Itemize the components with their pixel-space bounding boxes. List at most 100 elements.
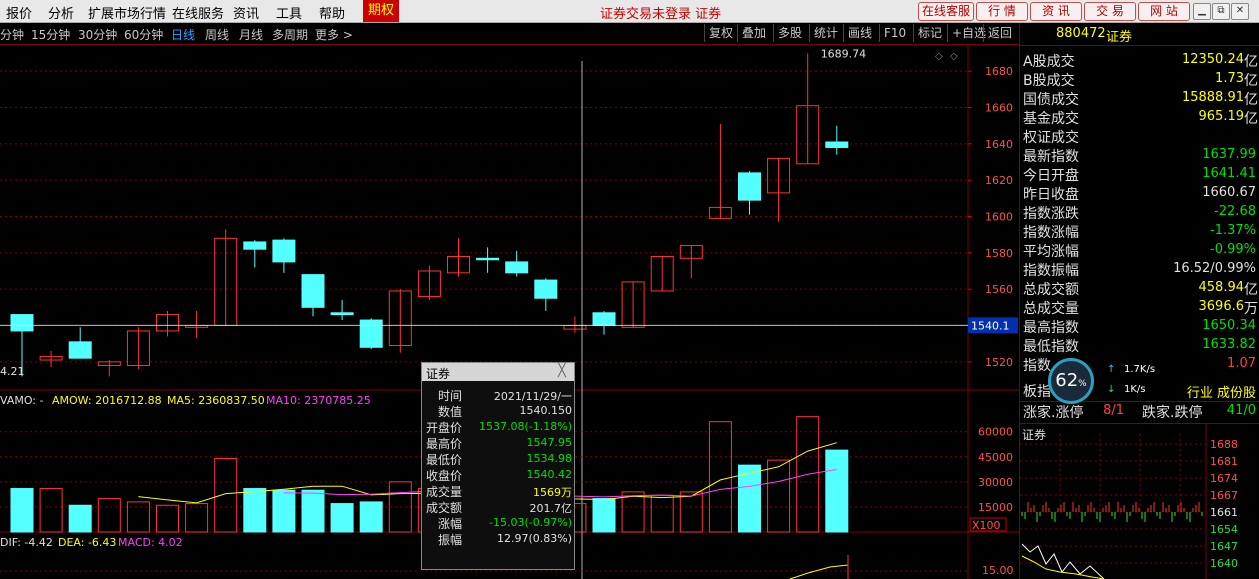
- stat-row: B股成交 1.73 亿: [1020, 70, 1259, 89]
- volume-bar-down: [825, 449, 849, 533]
- menu-item-online-service[interactable]: 在线服务: [172, 3, 224, 22]
- tooltip-value: 1547.95: [526, 436, 573, 449]
- minimize-icon[interactable]: ▁: [1193, 3, 1211, 20]
- mini-tick-label: 1640: [1210, 557, 1238, 570]
- stat-label: 指数振幅: [1023, 263, 1079, 279]
- adjust-button[interactable]: 复权: [704, 24, 737, 42]
- vol-legend-ma5: MA5: 2360837.50: [167, 394, 265, 407]
- candle-down: [505, 261, 529, 274]
- stat-value: 965.19: [1198, 109, 1245, 124]
- macd-tick-label: 15.00: [982, 564, 1014, 577]
- low-price-label: 4.21: [0, 365, 25, 378]
- period-daily[interactable]: 日线: [171, 26, 195, 43]
- stat-unit: 亿: [1244, 54, 1258, 70]
- advance-decline-row: 涨家.涨停 8/1 跌家.跌停 41/0: [1020, 401, 1259, 421]
- period-15min[interactable]: 15分钟: [31, 26, 70, 43]
- stat-unit: 亿: [1244, 92, 1258, 108]
- volume-bar-up: [621, 491, 645, 533]
- quotes-button[interactable]: 行 情: [976, 2, 1028, 21]
- website-button[interactable]: 网 站: [1138, 2, 1190, 21]
- tooltip-value: 2021/11/29/一: [493, 390, 572, 403]
- stat-unit: 亿: [1244, 73, 1258, 89]
- close-icon[interactable]: ✕: [1231, 3, 1249, 20]
- options-tab[interactable]: 期权: [363, 0, 399, 22]
- volume-bar-down: [243, 488, 267, 533]
- period-multi[interactable]: 多周期: [272, 26, 308, 43]
- volume-bar-up: [126, 501, 150, 533]
- stat-row: 今日开盘 1641.41: [1020, 165, 1259, 184]
- period-30min[interactable]: 30分钟: [78, 26, 117, 43]
- candle-down: [301, 274, 325, 308]
- stat-label: 权证成交: [1023, 130, 1079, 146]
- online-support-button[interactable]: 在线客服: [918, 2, 974, 21]
- tooltip-label: 开盘价: [425, 421, 462, 435]
- login-status: 证券交易未登录 证券: [600, 7, 722, 22]
- menu-item-analysis[interactable]: 分析: [48, 3, 74, 22]
- volume-bar-up: [185, 503, 209, 533]
- volume-bar-up: [650, 494, 674, 533]
- tooltip-header: 证券 ╳: [422, 363, 574, 381]
- tooltip-label: 成交额: [425, 501, 462, 515]
- restore-icon[interactable]: ⧉: [1212, 3, 1230, 20]
- mark-button[interactable]: 标记: [913, 24, 946, 42]
- mini-tick-label: 1654: [1210, 523, 1238, 536]
- stat-row: A股成交 12350.24 亿: [1020, 51, 1259, 70]
- price-tick-label: 1640: [985, 138, 1013, 151]
- stat-label: 昨日收盘: [1023, 187, 1079, 203]
- price-tick-label: 1660: [985, 102, 1013, 115]
- network-gauge[interactable]: 62% ↑ 1.7K/s ↓ 1K/s: [1048, 358, 1164, 404]
- volume-bar-down: [301, 489, 325, 533]
- tooltip-close-icon[interactable]: ╳: [558, 363, 566, 378]
- period-1min[interactable]: 分钟: [0, 26, 24, 43]
- index-name: 证券: [1106, 30, 1133, 45]
- news-button[interactable]: 资 讯: [1030, 2, 1082, 21]
- mini-chart[interactable]: 证券 1688 1681 1674 1667 1661 1654 1647 1640: [1020, 423, 1259, 579]
- vol-legend-ma10: MA10: 2370785.25: [266, 394, 371, 407]
- stat-row: 总成交额 458.94 亿: [1020, 279, 1259, 298]
- tooltip-value: 201.7亿: [529, 502, 573, 515]
- tooltip-label: 涨幅: [437, 517, 462, 531]
- period-more[interactable]: 更多 >: [315, 26, 353, 43]
- stat-value: -0.99%: [1210, 242, 1256, 257]
- download-arrow-icon: ↓: [1107, 384, 1116, 395]
- f10-button[interactable]: F10: [879, 24, 910, 42]
- tooltip-label: 数值: [437, 405, 462, 419]
- index-code: 880472: [1056, 26, 1106, 41]
- period-monthly[interactable]: 月线: [239, 26, 263, 43]
- stat-label: 基金成交: [1023, 111, 1079, 127]
- menu-item-quote[interactable]: 报价: [6, 3, 32, 22]
- menu-item-tools[interactable]: 工具: [276, 3, 302, 22]
- stats-button[interactable]: 统计: [809, 24, 842, 42]
- mini-tick-label: 1667: [1210, 489, 1238, 502]
- period-weekly[interactable]: 周线: [205, 26, 229, 43]
- candle-down: [68, 341, 92, 359]
- stat-label: 国债成交: [1023, 92, 1079, 108]
- volume-bar-up: [97, 498, 121, 533]
- volume-bar-down: [359, 501, 383, 533]
- back-button[interactable]: 返回: [983, 24, 1016, 42]
- trade-button[interactable]: 交 易: [1084, 2, 1136, 21]
- volume-bar-up: [679, 491, 703, 533]
- candle-down: [330, 312, 354, 316]
- menu-item-help[interactable]: 帮助: [319, 3, 345, 22]
- vol-legend-amow: AMOW: 2016712.88: [52, 394, 162, 407]
- price-tick-label: 1620: [985, 174, 1013, 187]
- multi-stock-button[interactable]: 多股: [773, 24, 806, 42]
- candle-down: [592, 312, 616, 326]
- overlay-button[interactable]: 叠加: [737, 24, 770, 42]
- crosshair-value: 1540.1: [971, 319, 1010, 332]
- menu-item-info[interactable]: 资讯: [233, 3, 259, 22]
- candle-down: [738, 172, 761, 201]
- dif-line: [789, 564, 849, 579]
- diamond-icon: ◇: [950, 51, 958, 62]
- info-header: 880472 证券: [1020, 23, 1259, 46]
- candle-down: [243, 241, 267, 250]
- vol-unit-label: X100: [972, 519, 1001, 532]
- menu-item-extended-market[interactable]: 扩展市场行情: [88, 3, 166, 22]
- macd-legend-macd: MACD: 4.02: [118, 536, 183, 549]
- mini-price-line: [1021, 543, 1105, 579]
- period-60min[interactable]: 60分钟: [124, 26, 163, 43]
- stat-value: 16.52/0.99%: [1173, 261, 1256, 276]
- sector-components-label[interactable]: 行业 成份股: [1187, 382, 1256, 401]
- draw-line-button[interactable]: 画线: [843, 24, 876, 42]
